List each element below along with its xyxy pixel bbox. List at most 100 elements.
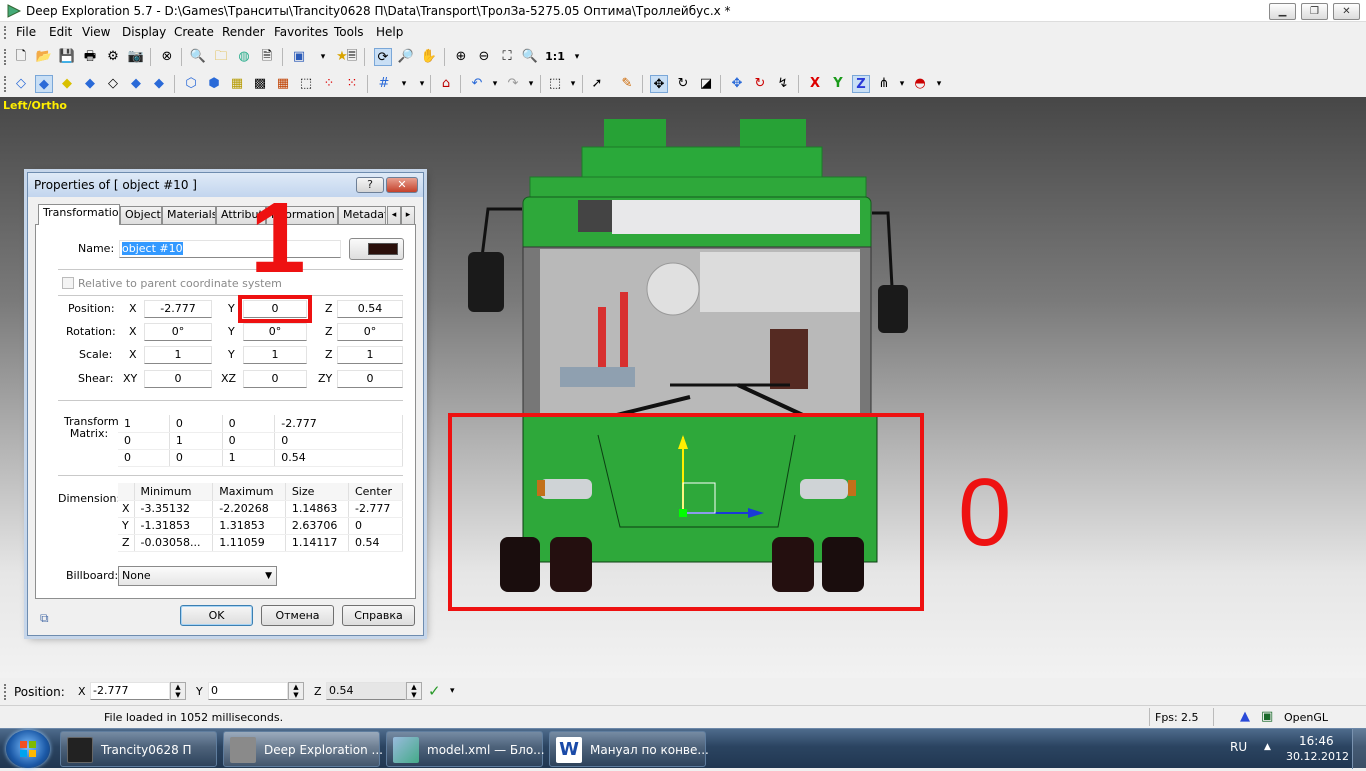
menu-create[interactable]: Create bbox=[174, 25, 214, 39]
axis-x-button[interactable]: X bbox=[806, 75, 824, 93]
copy-icon[interactable]: ⧉ bbox=[40, 611, 54, 625]
scene-icon[interactable]: ⌂ bbox=[437, 75, 455, 93]
posbar-x-spinner[interactable]: ▲ ▼ bbox=[170, 682, 186, 700]
move-object-icon[interactable]: ✥ bbox=[728, 75, 746, 93]
box-points-icon[interactable]: ⬚ bbox=[297, 75, 315, 93]
select-region-icon[interactable]: ⬚ bbox=[546, 75, 564, 93]
scale-z-field[interactable]: 1 bbox=[337, 346, 403, 364]
menu-view[interactable]: View bbox=[82, 25, 110, 39]
capture-icon[interactable]: 📷 bbox=[127, 48, 145, 66]
clock-time[interactable]: 16:46 bbox=[1299, 734, 1334, 748]
close-button[interactable]: ✕ bbox=[1333, 3, 1360, 20]
pan-hand-icon[interactable]: ✋ bbox=[420, 48, 438, 66]
clock-date[interactable]: 30.12.2012 bbox=[1286, 750, 1349, 763]
web-icon[interactable]: ◍ bbox=[235, 48, 253, 66]
posbar-z-spinner[interactable]: ▲ ▼ bbox=[406, 682, 422, 700]
menu-display[interactable]: Display bbox=[122, 25, 166, 39]
snap-icon[interactable]: ⋔ bbox=[875, 75, 893, 93]
undo-dropdown-icon[interactable]: ▾ bbox=[486, 75, 504, 93]
new-icon[interactable]: 🗋 bbox=[12, 48, 30, 66]
rotate-object-icon[interactable]: ↻ bbox=[751, 75, 769, 93]
zoom-view-icon[interactable]: 🔎 bbox=[397, 48, 415, 66]
taskbar-deep-exploration[interactable]: Deep Exploration ... bbox=[223, 731, 383, 767]
menu-tools[interactable]: Tools bbox=[334, 25, 364, 39]
pivot-icon[interactable]: ↯ bbox=[774, 75, 792, 93]
tab-transformation[interactable]: Transformation bbox=[38, 204, 120, 225]
taskbar-notepad[interactable]: model.xml — Бло... bbox=[386, 731, 545, 767]
color-button[interactable] bbox=[349, 238, 404, 260]
zoom-region-icon[interactable]: 🔍 bbox=[521, 48, 539, 66]
open-icon[interactable]: 📂 bbox=[35, 48, 53, 66]
undo-icon[interactable]: ↶ bbox=[468, 75, 486, 93]
grid-dropdown-icon[interactable]: ▾ bbox=[395, 75, 413, 93]
box-wire-icon[interactable]: ⬡ bbox=[182, 75, 200, 93]
position-x-field[interactable]: -2.777 bbox=[144, 300, 212, 318]
window-icon[interactable]: ▣ bbox=[290, 48, 308, 66]
rotation-x-field[interactable]: 0° bbox=[144, 323, 212, 341]
shear-zy-field[interactable]: 0 bbox=[337, 370, 403, 388]
cube-wire-icon[interactable]: ◇ bbox=[12, 75, 30, 93]
billboard-select[interactable]: None ▼ bbox=[118, 566, 277, 586]
dialog-title-bar[interactable]: Properties of [ object #10 ] ? ✕ bbox=[28, 173, 423, 197]
shear-xy-field[interactable]: 0 bbox=[144, 370, 212, 388]
dialog-help-button[interactable]: ? bbox=[356, 177, 384, 193]
zoom-1to1-button[interactable]: 1:1 bbox=[544, 48, 566, 66]
box-texture-icon[interactable]: ▦ bbox=[228, 75, 246, 93]
menu-file[interactable]: File bbox=[16, 25, 36, 39]
menu-edit[interactable]: Edit bbox=[49, 25, 72, 39]
cube-textured-icon[interactable]: ◆ bbox=[150, 75, 168, 93]
box-material-icon[interactable]: ▦ bbox=[274, 75, 292, 93]
cube-blue-icon[interactable]: ◆ bbox=[127, 75, 145, 93]
name-field[interactable]: object #10 bbox=[119, 240, 341, 258]
axis-z-button[interactable]: Z bbox=[852, 75, 870, 93]
maximize-button[interactable]: ❐ bbox=[1301, 3, 1328, 20]
show-desktop-button[interactable] bbox=[1352, 729, 1366, 769]
tab-scroll-right-icon[interactable]: ▸ bbox=[401, 206, 415, 224]
snap-dropdown-icon[interactable]: ▾ bbox=[893, 75, 911, 93]
zoom-in-icon[interactable]: ⊕ bbox=[452, 48, 470, 66]
menu-favorites[interactable]: Favorites bbox=[274, 25, 328, 39]
select-dropdown-icon[interactable]: ▾ bbox=[564, 75, 582, 93]
redo-dropdown-icon[interactable]: ▾ bbox=[522, 75, 540, 93]
scale-icon[interactable]: ◪ bbox=[697, 75, 715, 93]
folder-icon[interactable]: 🗀 bbox=[212, 48, 230, 66]
posbar-x-input[interactable]: -2.777 bbox=[90, 682, 170, 700]
taskbar-trancity[interactable]: Trancity0628 П bbox=[60, 731, 217, 767]
start-button[interactable] bbox=[6, 730, 50, 768]
tab-materials[interactable]: Materials bbox=[162, 206, 216, 224]
cancel-button[interactable]: Отмена bbox=[261, 605, 334, 626]
zoom-fit-icon[interactable]: ⛶ bbox=[498, 48, 516, 66]
help-button[interactable]: Справка bbox=[342, 605, 415, 626]
zoom-out-icon[interactable]: ⊖ bbox=[475, 48, 493, 66]
rotate-view-icon[interactable]: ⟳ bbox=[374, 48, 392, 66]
paint-icon[interactable]: ✎ bbox=[618, 75, 636, 93]
points-red-icon[interactable]: ⁘ bbox=[320, 75, 338, 93]
position-y-field[interactable]: 0 bbox=[238, 295, 312, 323]
language-indicator[interactable]: RU bbox=[1230, 740, 1247, 754]
axis-y-button[interactable]: Y bbox=[829, 75, 847, 93]
tray-expand-icon[interactable]: ▲ bbox=[1264, 742, 1271, 752]
posbar-z-input[interactable]: 0.54 bbox=[326, 682, 406, 700]
cube-shaded-icon[interactable]: ◆ bbox=[81, 75, 99, 93]
points-select-icon[interactable]: ⁙ bbox=[343, 75, 361, 93]
menu-grip[interactable] bbox=[4, 26, 7, 39]
export-icon[interactable]: 🗎 bbox=[258, 48, 276, 66]
menu-help[interactable]: Help bbox=[376, 25, 403, 39]
scale-x-field[interactable]: 1 bbox=[144, 346, 212, 364]
box-checker-icon[interactable]: ▩ bbox=[251, 75, 269, 93]
redo-icon[interactable]: ↷ bbox=[504, 75, 522, 93]
tab-object[interactable]: Object bbox=[120, 206, 162, 224]
rotation-z-field[interactable]: 0° bbox=[337, 323, 403, 341]
toolbar2-end-overflow-icon[interactable]: ▾ bbox=[930, 75, 948, 93]
cube-outline-icon[interactable]: ◇ bbox=[104, 75, 122, 93]
menu-render[interactable]: Render bbox=[222, 25, 265, 39]
box-solid-icon[interactable]: ⬢ bbox=[205, 75, 223, 93]
toolbar-overflow-icon[interactable]: ▾ bbox=[568, 48, 586, 66]
helmet-icon[interactable]: ◓ bbox=[911, 75, 929, 93]
save-icon[interactable]: 💾 bbox=[58, 48, 76, 66]
posbar-y-spinner[interactable]: ▲ ▼ bbox=[288, 682, 304, 700]
apply-check-icon[interactable]: ✓ bbox=[428, 682, 441, 700]
toolbar-grip[interactable] bbox=[4, 49, 7, 65]
relative-checkbox[interactable] bbox=[62, 277, 74, 289]
find-icon[interactable]: 🔍 bbox=[189, 48, 207, 66]
